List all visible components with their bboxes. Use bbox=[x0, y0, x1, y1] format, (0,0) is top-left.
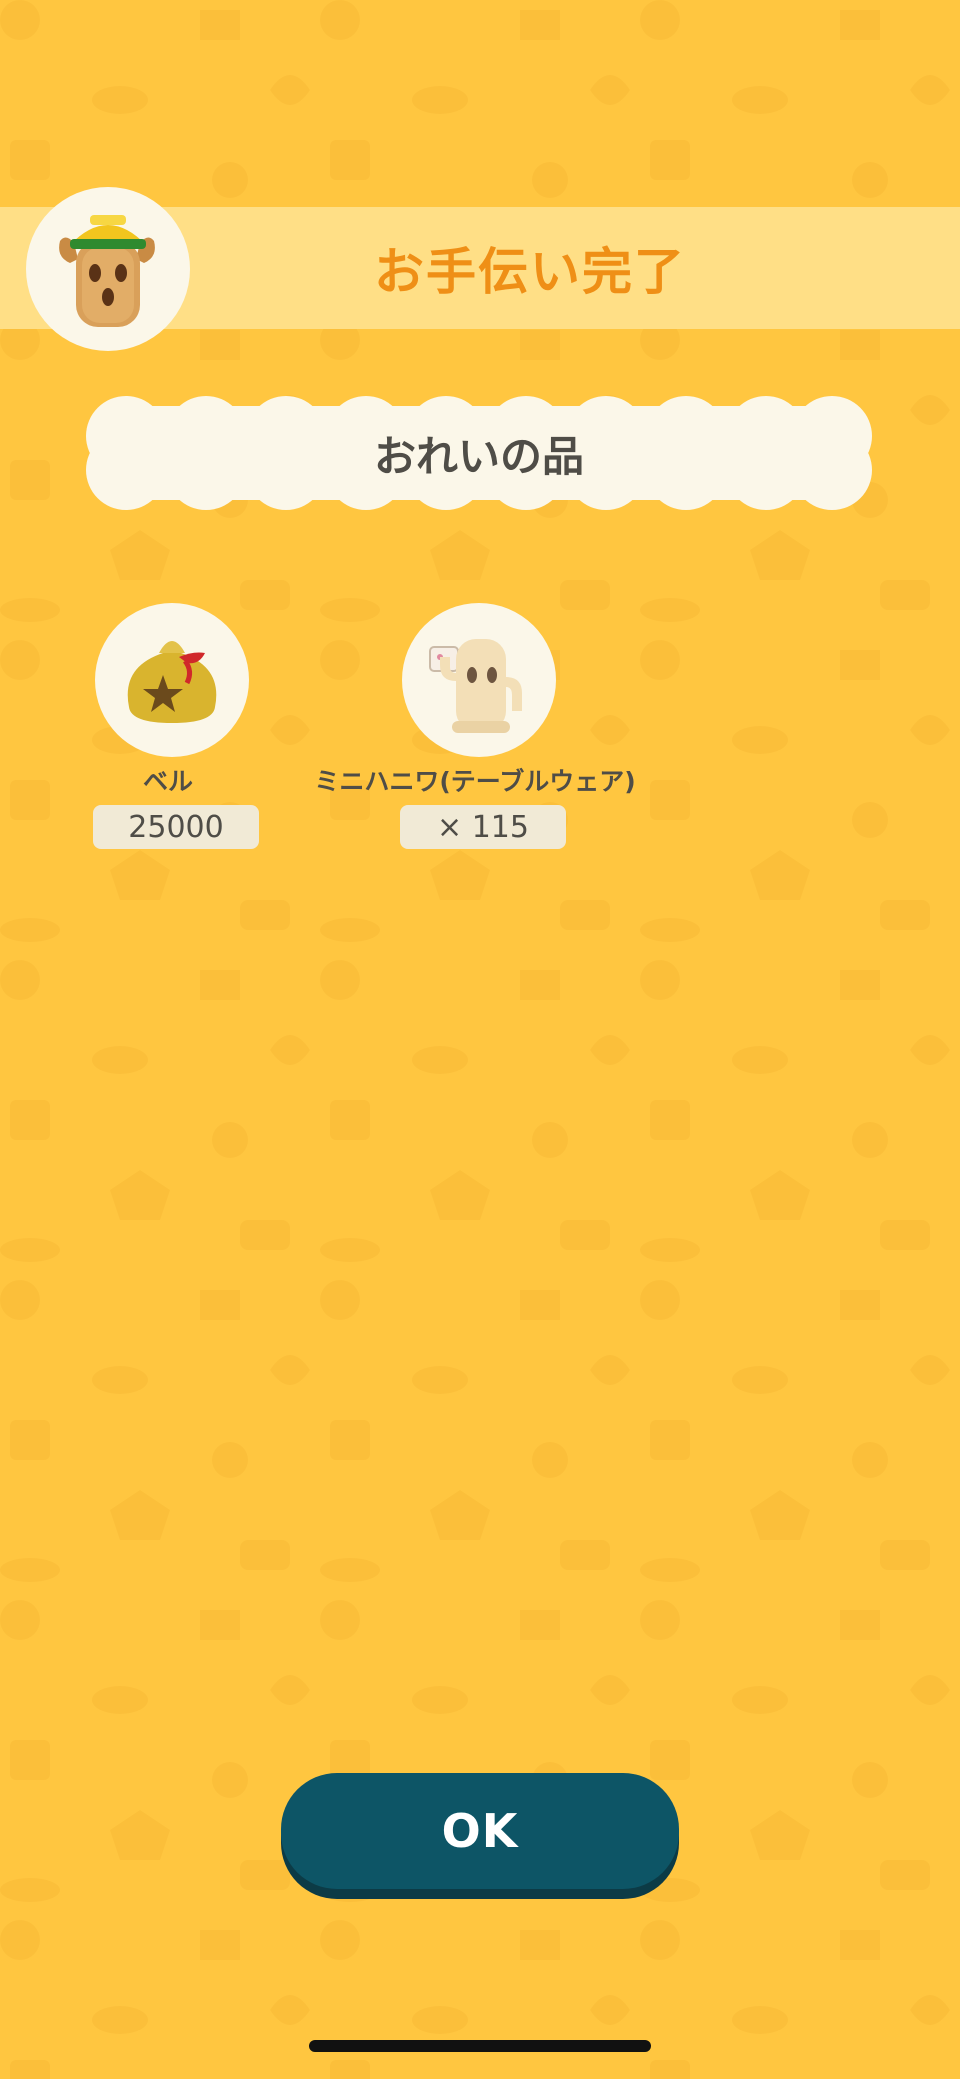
avatar bbox=[26, 187, 190, 351]
item-name: ミニハニワ(テーブルウェア) bbox=[314, 767, 636, 796]
ok-button-wrapper: OK bbox=[281, 1773, 679, 1899]
home-indicator[interactable] bbox=[309, 2040, 651, 2052]
reward-section-title: おれいの品 bbox=[373, 431, 584, 481]
haniwa-worker-icon bbox=[59, 215, 155, 327]
mini-haniwa-tableware-icon bbox=[429, 639, 522, 733]
item-quantity: 25000 bbox=[93, 805, 259, 849]
item-icon-circle bbox=[95, 603, 249, 757]
bell-bag-icon bbox=[127, 641, 217, 723]
item-name: ベル bbox=[142, 767, 193, 796]
item-icon-circle bbox=[402, 603, 556, 757]
item-quantity: × 115 bbox=[400, 805, 566, 849]
ok-button[interactable]: OK bbox=[281, 1773, 679, 1889]
